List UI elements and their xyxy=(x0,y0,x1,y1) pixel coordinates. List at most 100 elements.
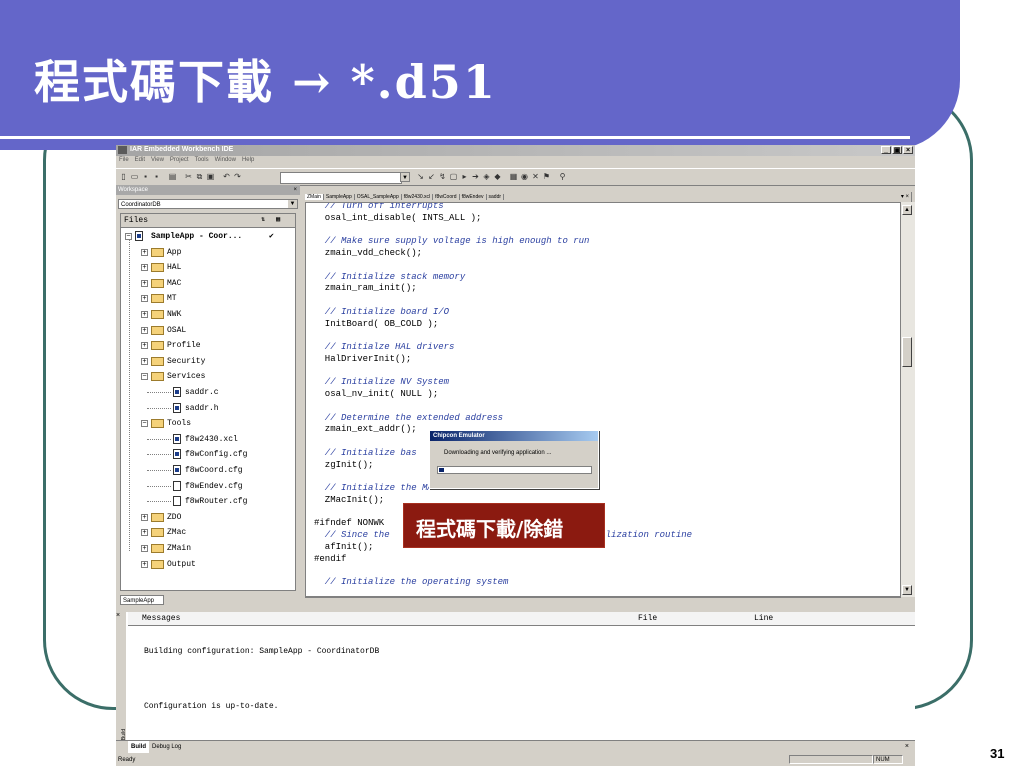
workspace-close-icon[interactable]: × xyxy=(293,185,297,195)
collapse-icon[interactable]: − xyxy=(141,373,148,381)
tree-item[interactable]: saddr.h xyxy=(121,401,295,416)
find-input[interactable] xyxy=(280,172,402,184)
configuration-select[interactable]: CoordinatorDB ▼ xyxy=(118,199,298,209)
expand-icon[interactable]: + xyxy=(141,357,148,365)
new-file-icon[interactable]: ▯ xyxy=(119,172,128,181)
tab-f8wcoord[interactable]: f8wCoord xyxy=(433,194,460,200)
bookmark-icon[interactable]: ▸ xyxy=(460,172,469,181)
copy-icon[interactable]: ⧉ xyxy=(195,172,204,181)
compile-icon[interactable]: ◈ xyxy=(482,172,491,181)
tab-f8wendev[interactable]: f8wEndev xyxy=(459,194,487,200)
editor-vertical-scrollbar[interactable]: ▲ ▼ xyxy=(901,202,915,597)
tree-item[interactable]: f8w2430.xcl xyxy=(121,432,295,447)
cut-icon[interactable]: ✂ xyxy=(184,172,193,181)
chevron-down-icon[interactable]: ▼ xyxy=(288,200,297,208)
scroll-down-icon[interactable]: ▼ xyxy=(902,585,912,595)
menu-edit[interactable]: Edit xyxy=(135,157,145,167)
debug-icon[interactable]: ✕ xyxy=(531,172,540,181)
find-prev-icon[interactable]: ↙ xyxy=(427,172,436,181)
expand-icon[interactable]: + xyxy=(141,326,148,334)
maximize-button[interactable]: ▣ xyxy=(892,146,902,154)
goto-icon[interactable]: ▢ xyxy=(449,172,458,181)
expand-icon[interactable]: + xyxy=(141,248,148,256)
file-column[interactable]: File xyxy=(638,612,657,625)
collapse-icon[interactable]: − xyxy=(141,420,148,428)
tab-saddr[interactable]: saddr xyxy=(486,194,505,200)
tree-item[interactable]: + OSAL xyxy=(121,323,295,338)
scroll-up-icon[interactable]: ▲ xyxy=(902,205,912,215)
tree-item[interactable]: − SampleApp - Coor... ✔ xyxy=(121,229,295,244)
messages-tabs-close-icon[interactable]: × xyxy=(905,741,909,753)
tree-item[interactable]: f8wEndev.cfg xyxy=(121,479,295,494)
redo-icon[interactable]: ↷ xyxy=(233,172,242,181)
tree-item[interactable]: + MT xyxy=(121,291,295,306)
tab-debug-log[interactable]: Debug Log xyxy=(152,741,181,753)
tree-item[interactable]: + Profile xyxy=(121,338,295,353)
expand-icon[interactable]: + xyxy=(141,560,148,568)
expand-icon[interactable]: + xyxy=(141,311,148,319)
tree-item[interactable]: + Output xyxy=(121,557,295,572)
tree-item[interactable]: f8wCoord.cfg xyxy=(121,463,295,478)
tab-sampleapp[interactable]: SampleApp xyxy=(323,194,355,200)
menu-project[interactable]: Project xyxy=(170,157,189,167)
paste-icon[interactable]: ▣ xyxy=(206,172,215,181)
find-next-icon[interactable]: ↘ xyxy=(416,172,425,181)
editor-horizontal-scrollbar[interactable] xyxy=(305,597,901,609)
tree-item[interactable]: − Services xyxy=(121,369,295,384)
tree-item[interactable]: f8wRouter.cfg xyxy=(121,494,295,509)
expand-icon[interactable]: + xyxy=(141,545,148,553)
menu-help[interactable]: Help xyxy=(242,157,254,167)
tree-item[interactable]: f8wConfig.cfg xyxy=(121,447,295,462)
download-icon[interactable]: ⚑ xyxy=(542,172,551,181)
tree-item[interactable]: + HAL xyxy=(121,260,295,275)
expand-icon[interactable]: + xyxy=(141,295,148,303)
save-icon[interactable]: ▪ xyxy=(141,172,150,181)
tree-item[interactable]: + App xyxy=(121,245,295,260)
expand-icon[interactable]: + xyxy=(141,513,148,521)
messages-close-icon[interactable]: × xyxy=(116,612,120,619)
find-in-files-icon[interactable]: ⚲ xyxy=(558,172,567,181)
tree-item[interactable]: + MAC xyxy=(121,276,295,291)
find-dropdown-icon[interactable]: ▼ xyxy=(400,172,410,182)
messages-side-label: Build xyxy=(121,729,127,741)
minimize-button[interactable]: _ xyxy=(881,146,891,154)
close-button[interactable]: × xyxy=(903,146,913,154)
expand-icon[interactable]: + xyxy=(141,279,148,287)
line-column[interactable]: Line xyxy=(754,612,773,625)
undo-icon[interactable]: ↶ xyxy=(222,172,231,181)
menu-window[interactable]: Window xyxy=(215,157,236,167)
tab-zmain[interactable]: ZMain xyxy=(305,194,324,200)
tree-item[interactable]: + ZMain xyxy=(121,541,295,556)
menu-view[interactable]: View xyxy=(151,157,164,167)
tree-item[interactable]: + Security xyxy=(121,354,295,369)
tab-f8w2430[interactable]: f8w2430.xcl xyxy=(401,194,434,200)
messages-column[interactable]: Messages xyxy=(142,612,180,625)
expand-icon[interactable]: + xyxy=(141,529,148,537)
save-all-icon[interactable]: ▪ xyxy=(152,172,161,181)
compile-column-icon[interactable]: ⇅ xyxy=(261,214,265,227)
menu-file[interactable]: File xyxy=(119,157,129,167)
expand-icon[interactable]: + xyxy=(141,342,148,350)
make-icon[interactable]: ◆ xyxy=(493,172,502,181)
print-icon[interactable]: ▤ xyxy=(168,172,177,181)
options-column-icon[interactable]: ▦ xyxy=(276,214,280,227)
menu-tools[interactable]: Tools xyxy=(195,157,209,167)
replace-icon[interactable]: ↯ xyxy=(438,172,447,181)
breakpoint-icon[interactable]: ◉ xyxy=(520,172,529,181)
folder-icon xyxy=(151,356,164,366)
stop-build-icon[interactable]: ▦ xyxy=(509,172,518,181)
tree-item[interactable]: + ZMac xyxy=(121,525,295,540)
tab-osal-sampleapp[interactable]: OSAL_SampleApp xyxy=(354,194,402,200)
workspace-tab[interactable]: SampleApp xyxy=(120,595,164,605)
open-folder-icon[interactable]: ▭ xyxy=(130,172,139,181)
next-bookmark-icon[interactable]: ➔ xyxy=(471,172,480,181)
expand-icon[interactable]: + xyxy=(141,264,148,272)
tab-build[interactable]: Build xyxy=(128,741,149,753)
files-column[interactable]: Files xyxy=(124,214,148,227)
tree-item[interactable]: + NWK xyxy=(121,307,295,322)
tree-item[interactable]: − Tools xyxy=(121,416,295,431)
editor-close-icon[interactable]: ▾ × xyxy=(899,192,912,202)
scroll-thumb[interactable] xyxy=(902,337,912,367)
tree-item[interactable]: + ZDO xyxy=(121,510,295,525)
tree-item[interactable]: saddr.c xyxy=(121,385,295,400)
